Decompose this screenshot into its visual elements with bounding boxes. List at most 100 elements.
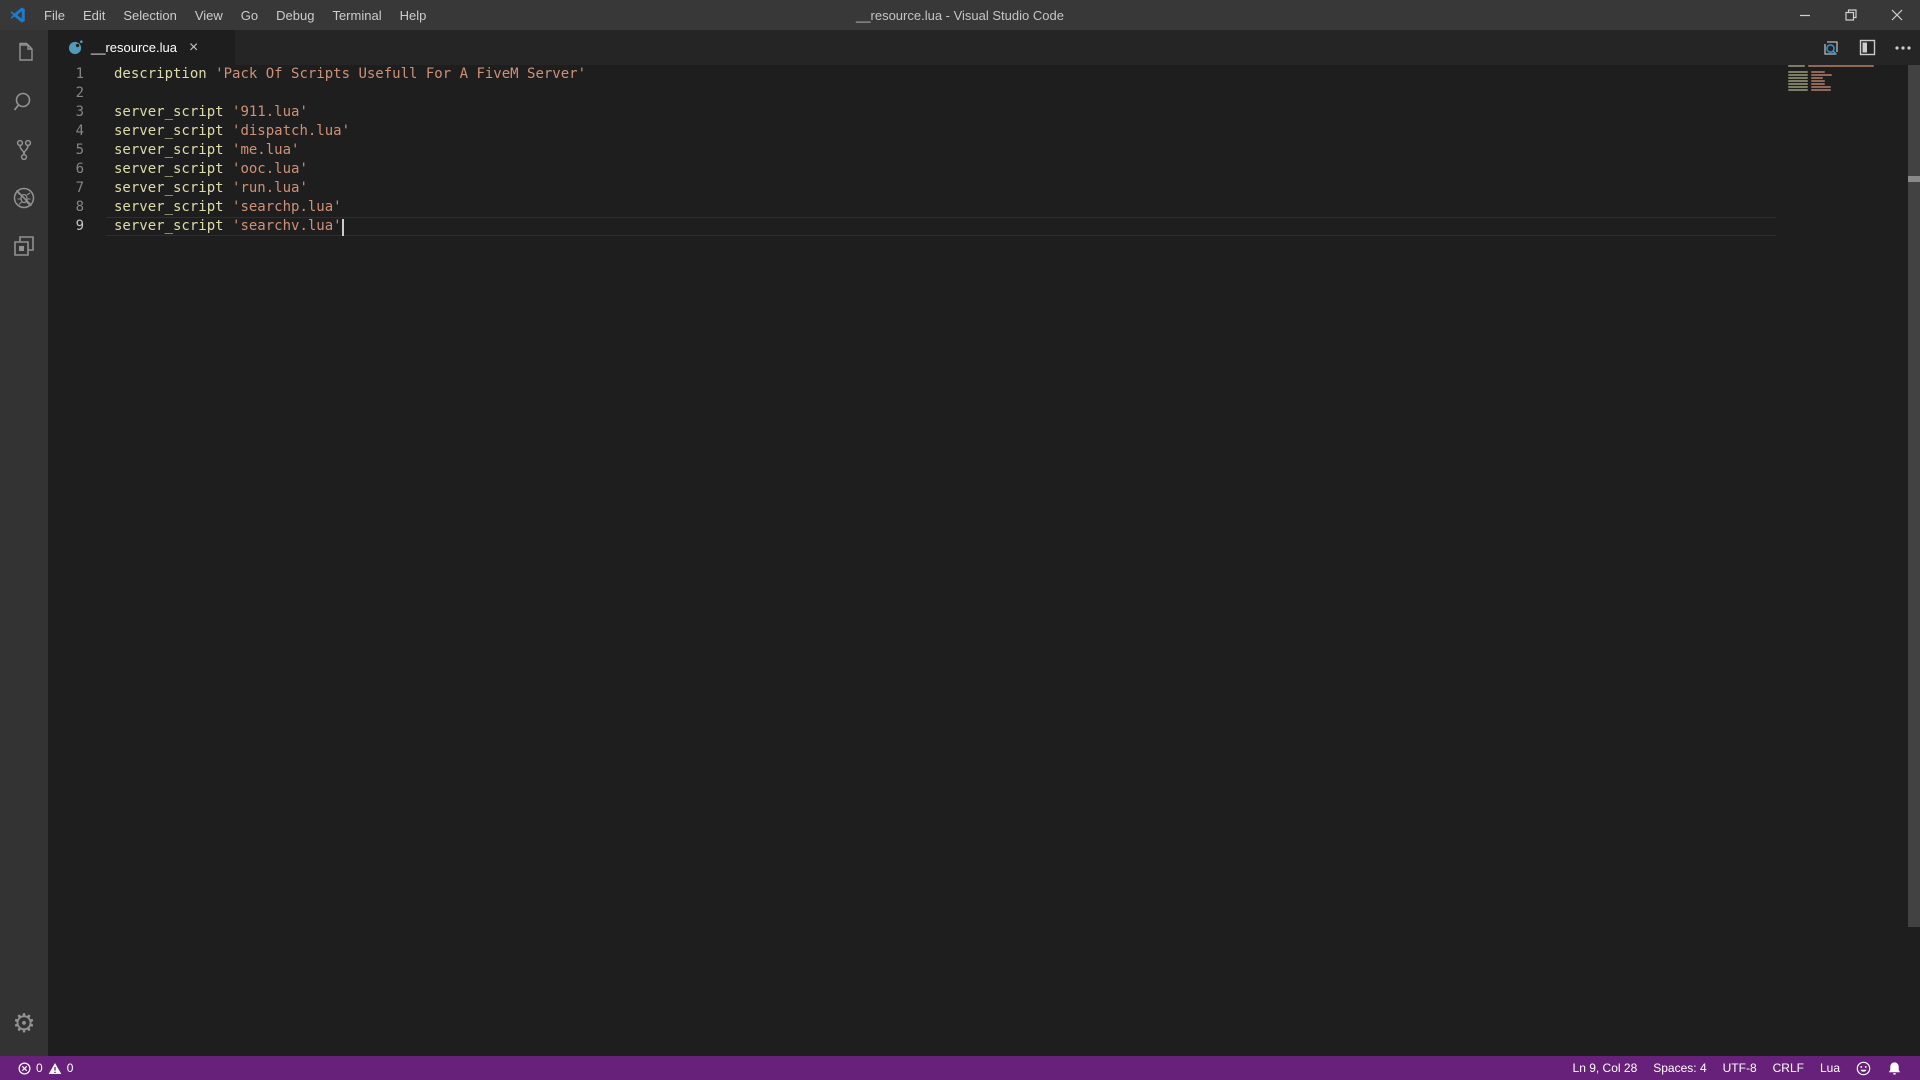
eol-status[interactable]: CRLF bbox=[1765, 1056, 1812, 1080]
minimize-button[interactable] bbox=[1782, 0, 1828, 30]
code-line-5[interactable]: 5 server_script 'me.lua' bbox=[48, 141, 1780, 160]
sidebar-item-debug[interactable] bbox=[0, 174, 48, 222]
code-text: description 'Pack Of Scripts Usefull For… bbox=[114, 65, 586, 84]
warning-count: 0 bbox=[67, 1061, 74, 1075]
error-count: 0 bbox=[36, 1061, 43, 1075]
split-editor-button[interactable] bbox=[1856, 37, 1878, 59]
code-editor[interactable]: 1 description 'Pack Of Scripts Usefull Fo… bbox=[48, 65, 1920, 1056]
window-title: __resource.lua - Visual Studio Code bbox=[856, 0, 1064, 30]
vscode-logo-icon bbox=[9, 6, 27, 24]
title-bar: FileEditSelectionViewGoDebugTerminalHelp… bbox=[0, 0, 1920, 30]
code-text: server_script 'me.lua' bbox=[114, 141, 299, 160]
code-line-4[interactable]: 4 server_script 'dispatch.lua' bbox=[48, 122, 1780, 141]
tab-label: __resource.lua bbox=[91, 40, 177, 55]
open-preview-button[interactable] bbox=[1820, 37, 1842, 59]
minimap-line bbox=[1811, 89, 1831, 91]
menu-terminal[interactable]: Terminal bbox=[323, 0, 390, 30]
text-cursor bbox=[342, 219, 344, 236]
code-line-7[interactable]: 7server_script 'run.lua' bbox=[48, 179, 1780, 198]
restore-button[interactable] bbox=[1828, 0, 1874, 30]
language-mode[interactable]: Lua bbox=[1812, 1056, 1848, 1080]
tab-bar: __resource.lua × bbox=[48, 30, 1920, 65]
tab-resource-lua[interactable]: __resource.lua × bbox=[48, 30, 235, 65]
split-editor-icon bbox=[1859, 39, 1876, 56]
minimap-line bbox=[1811, 86, 1831, 88]
feedback-button[interactable] bbox=[1848, 1056, 1879, 1080]
sidebar-item-extensions[interactable] bbox=[0, 222, 48, 270]
extensions-icon bbox=[11, 233, 37, 259]
line-number[interactable]: 4 bbox=[48, 122, 84, 141]
minimap-line bbox=[1811, 83, 1825, 85]
window-controls bbox=[1782, 0, 1920, 30]
more-actions-icon bbox=[1894, 39, 1912, 57]
scrollbar-slider[interactable] bbox=[1908, 65, 1920, 927]
minimap-line bbox=[1808, 65, 1874, 67]
error-icon bbox=[18, 1062, 31, 1075]
files-icon bbox=[11, 41, 37, 67]
tab-close-icon[interactable]: × bbox=[185, 40, 202, 56]
smiley-icon bbox=[1856, 1061, 1871, 1076]
code-lines: 1 description 'Pack Of Scripts Usefull Fo… bbox=[48, 65, 1780, 236]
indentation-status[interactable]: Spaces: 4 bbox=[1645, 1056, 1714, 1080]
open-preview-icon bbox=[1822, 39, 1840, 57]
debug-icon bbox=[11, 185, 37, 211]
minimap-line bbox=[1788, 86, 1808, 88]
settings-button[interactable]: ⚙ bbox=[0, 1000, 48, 1048]
sidebar-item-search[interactable] bbox=[0, 78, 48, 126]
sidebar-item-source-control[interactable] bbox=[0, 126, 48, 174]
code-text: server_script 'searchp.lua' bbox=[114, 198, 342, 217]
minimap-line bbox=[1788, 83, 1808, 85]
line-number[interactable]: 8 bbox=[48, 198, 84, 217]
source-control-icon bbox=[11, 137, 37, 163]
code-text: server_script 'searchv.lua' bbox=[114, 217, 344, 236]
menu-edit[interactable]: Edit bbox=[74, 0, 114, 30]
minimize-icon bbox=[1799, 9, 1811, 21]
line-number[interactable]: 6 bbox=[48, 160, 84, 179]
code-text: server_script '911.lua' bbox=[114, 103, 308, 122]
close-button[interactable] bbox=[1874, 0, 1920, 30]
line-number[interactable]: 1 bbox=[48, 65, 84, 84]
minimap-line bbox=[1788, 77, 1808, 79]
minimap-line bbox=[1788, 89, 1808, 91]
sidebar-item-explorer[interactable] bbox=[0, 30, 48, 78]
close-icon bbox=[1891, 9, 1903, 21]
menu-bar: FileEditSelectionViewGoDebugTerminalHelp bbox=[35, 0, 435, 30]
minimap-line bbox=[1788, 65, 1805, 67]
menu-view[interactable]: View bbox=[186, 0, 232, 30]
line-number[interactable]: 2 bbox=[48, 84, 84, 103]
line-number[interactable]: 7 bbox=[48, 179, 84, 198]
minimap[interactable] bbox=[1778, 65, 1908, 1056]
problems-indicator[interactable]: 0 0 bbox=[10, 1056, 81, 1080]
line-number[interactable]: 5 bbox=[48, 141, 84, 160]
notifications-button[interactable] bbox=[1879, 1056, 1910, 1080]
bell-icon bbox=[1887, 1061, 1902, 1076]
menu-debug[interactable]: Debug bbox=[267, 0, 323, 30]
cursor-position[interactable]: Ln 9, Col 28 bbox=[1565, 1056, 1646, 1080]
minimap-line bbox=[1811, 74, 1832, 76]
warning-icon bbox=[48, 1062, 62, 1075]
editor-scrollbar[interactable] bbox=[1908, 65, 1920, 1056]
menu-go[interactable]: Go bbox=[232, 0, 267, 30]
code-text: server_script 'dispatch.lua' bbox=[114, 122, 350, 141]
minimap-line bbox=[1788, 74, 1808, 76]
line-number[interactable]: 3 bbox=[48, 103, 84, 122]
lua-file-icon bbox=[68, 40, 83, 55]
status-bar: 0 0 Ln 9, Col 28 Spaces: 4 UTF-8 CRLF bbox=[0, 1056, 1920, 1080]
code-line-6[interactable]: 6 server_script 'ooc.lua' bbox=[48, 160, 1780, 179]
encoding-status[interactable]: UTF-8 bbox=[1715, 1056, 1765, 1080]
code-line-3[interactable]: 3 server_script '911.lua' bbox=[48, 103, 1780, 122]
code-line-9[interactable]: 9 server_script 'searchv.lua' bbox=[48, 217, 1780, 236]
menu-file[interactable]: File bbox=[35, 0, 74, 30]
overview-ruler-cursor-mark bbox=[1908, 176, 1920, 182]
code-line-1[interactable]: 1 description 'Pack Of Scripts Usefull Fo… bbox=[48, 65, 1780, 84]
menu-help[interactable]: Help bbox=[391, 0, 436, 30]
code-line-2[interactable]: 2 bbox=[48, 84, 1780, 103]
more-actions-button[interactable] bbox=[1892, 37, 1914, 59]
code-text: server_script 'ooc.lua' bbox=[114, 160, 308, 179]
menu-selection[interactable]: Selection bbox=[114, 0, 185, 30]
line-number[interactable]: 9 bbox=[48, 217, 84, 236]
activity-bar: ⚙ bbox=[0, 30, 48, 1056]
code-line-8[interactable]: 8 server_script 'searchp.lua' bbox=[48, 198, 1780, 217]
vscode-window: FileEditSelectionViewGoDebugTerminalHelp… bbox=[0, 0, 1920, 1080]
minimap-line bbox=[1811, 77, 1823, 79]
